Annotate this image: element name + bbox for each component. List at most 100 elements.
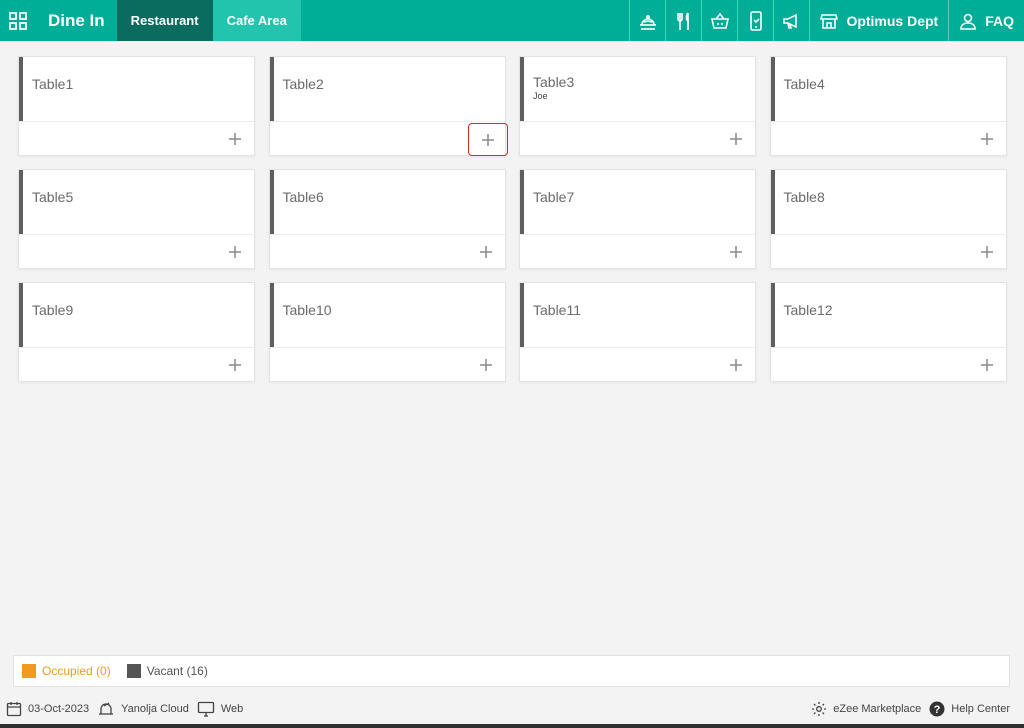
add-order-button[interactable] <box>972 351 1002 379</box>
table-card[interactable]: Table4 <box>769 56 1007 156</box>
table-card-header[interactable]: Table10 <box>269 283 505 347</box>
faq-link[interactable]: FAQ <box>948 0 1024 41</box>
table-card-footer <box>770 234 1006 269</box>
table-card[interactable]: Table6 <box>268 169 506 269</box>
table-card[interactable]: Table5 <box>18 169 255 269</box>
table-card[interactable]: Table10 <box>268 282 506 382</box>
tab-restaurant[interactable]: Restaurant <box>116 0 213 41</box>
plus-icon <box>980 359 993 371</box>
legend-occupied: Occupied (0) <box>22 664 111 678</box>
table-card[interactable]: Table3 Joe <box>519 56 756 156</box>
table-card-footer <box>19 121 254 156</box>
marketplace-label: eZee Marketplace <box>833 703 922 715</box>
table-card-footer <box>19 347 254 382</box>
table-card[interactable]: Table8 <box>769 169 1007 269</box>
table-name: Table9 <box>32 302 74 318</box>
monitor-icon <box>197 701 214 717</box>
store-icon <box>820 13 839 29</box>
mobile-order-icon[interactable] <box>737 0 773 41</box>
table-card-header[interactable]: Table5 <box>19 170 254 234</box>
add-order-button[interactable] <box>471 351 501 379</box>
table-name: Table11 <box>533 302 582 318</box>
table-card-header[interactable]: Table7 <box>520 170 755 234</box>
window-bottom-edge <box>0 724 1024 728</box>
faq-label: FAQ <box>985 12 1014 29</box>
tab-cafe-area[interactable]: Cafe Area <box>212 0 301 41</box>
svg-text:?: ? <box>934 704 941 716</box>
add-order-button[interactable] <box>220 125 250 153</box>
table-name: Table2 <box>282 76 324 92</box>
cloud-label: Yanolja Cloud <box>121 703 189 715</box>
table-card-footer <box>520 234 755 269</box>
table-card-footer <box>269 121 508 156</box>
megaphone-icon[interactable] <box>773 0 809 41</box>
platform-display: Web <box>197 701 243 717</box>
table-name: Table4 <box>783 76 825 92</box>
add-order-button[interactable] <box>721 238 751 266</box>
plus-icon <box>229 359 241 371</box>
table-card-header[interactable]: Table2 <box>269 57 505 121</box>
table-card-footer <box>520 347 755 382</box>
add-order-button[interactable] <box>721 125 751 153</box>
plus-icon <box>980 133 993 145</box>
date-label: 03-Oct-2023 <box>28 703 90 715</box>
add-order-button[interactable] <box>467 123 508 156</box>
table-card-footer <box>269 234 505 269</box>
department-label: Optimus Dept <box>846 12 939 29</box>
hotel-service-icon <box>99 702 114 715</box>
legend-vacant: Vacant (16) <box>126 664 208 678</box>
add-order-button[interactable] <box>972 125 1002 153</box>
page-title: Dine In <box>48 10 105 30</box>
plus-icon <box>479 246 492 258</box>
marketplace-link[interactable]: eZee Marketplace <box>811 701 921 717</box>
plus-icon <box>980 246 993 258</box>
table-guest-name: Joe <box>533 91 548 101</box>
app-grid-icon[interactable] <box>0 0 36 41</box>
table-card-footer <box>520 121 755 156</box>
table-card-footer <box>770 347 1006 382</box>
table-card-footer <box>269 347 505 382</box>
cloud-display: Yanolja Cloud <box>97 701 189 717</box>
add-order-button[interactable] <box>471 238 501 266</box>
table-card[interactable]: Table9 <box>18 282 255 382</box>
table-name: Table5 <box>32 189 74 205</box>
table-name: Table6 <box>282 189 324 205</box>
table-name: Table1 <box>32 76 74 92</box>
table-card-header[interactable]: Table6 <box>269 170 505 234</box>
table-card-header[interactable]: Table11 <box>520 283 755 347</box>
table-card-header[interactable]: Table8 <box>770 170 1006 234</box>
top-navigation-bar: Dine In Restaurant Cafe Area Optimus Dep… <box>0 0 1024 41</box>
occupied-swatch <box>22 664 36 678</box>
add-order-button[interactable] <box>220 351 250 379</box>
table-name: Table12 <box>783 302 833 318</box>
table-grid: Table1 Table2 Table3 Joe Table4 Table5 Table6 T… <box>18 56 1007 382</box>
add-order-button[interactable] <box>972 238 1002 266</box>
gear-icon <box>812 702 827 716</box>
add-order-button[interactable] <box>721 351 751 379</box>
table-card-header[interactable]: Table9 <box>19 283 254 347</box>
table-card[interactable]: Table12 <box>769 282 1007 382</box>
plus-icon <box>479 359 492 371</box>
department-selector[interactable]: Optimus Dept <box>809 0 948 41</box>
help-center-link[interactable]: ? Help Center <box>929 701 1010 717</box>
table-card[interactable]: Table11 <box>519 282 756 382</box>
table-card-header[interactable]: Table12 <box>770 283 1006 347</box>
add-order-button[interactable] <box>220 238 250 266</box>
help-label: Help Center <box>951 703 1010 715</box>
table-card-header[interactable]: Table1 <box>19 57 254 121</box>
table-card[interactable]: Table1 <box>18 56 255 156</box>
plus-icon <box>730 359 742 371</box>
table-card[interactable]: Table7 <box>519 169 756 269</box>
table-card[interactable]: Table2 <box>268 56 508 156</box>
dish-icon[interactable] <box>629 0 665 41</box>
plus-icon <box>730 246 742 258</box>
date-display: 03-Oct-2023 <box>6 701 89 717</box>
fork-knife-icon[interactable] <box>665 0 701 41</box>
table-name: Table8 <box>783 189 825 205</box>
plus-icon <box>730 133 742 145</box>
table-card-header[interactable]: Table3 Joe <box>520 57 755 121</box>
plus-icon <box>229 133 241 145</box>
table-card-header[interactable]: Table4 <box>770 57 1006 121</box>
plus-icon <box>229 246 241 258</box>
basket-icon[interactable] <box>701 0 737 41</box>
